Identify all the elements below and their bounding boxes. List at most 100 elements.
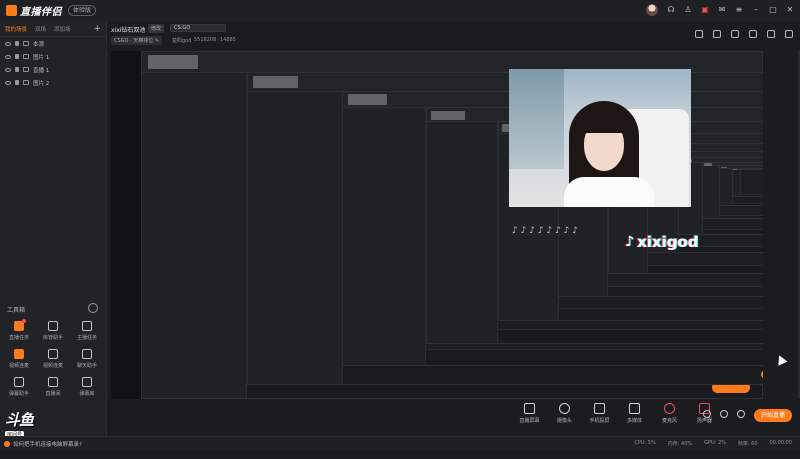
nested-btm (702, 229, 763, 234)
window-background (509, 69, 564, 169)
control-label: 手机投屏 (589, 418, 610, 424)
nested-side (720, 168, 733, 206)
lock-icon[interactable] (15, 80, 19, 85)
tool-live-room[interactable]: 直播间 (36, 377, 70, 397)
start-live-button[interactable]: 开始直播 (754, 409, 792, 422)
nested-nlogo (430, 110, 465, 120)
lock-icon[interactable] (15, 67, 19, 72)
media-button[interactable]: 多媒体 (621, 403, 648, 424)
edit-title-button[interactable]: 修改 (148, 24, 165, 33)
nested-btm (648, 265, 763, 273)
source-label: 本源 (33, 41, 45, 48)
tiktok-watermark: ♪ xixigod (625, 233, 698, 251)
people-icon[interactable] (785, 30, 793, 38)
person-bangs (579, 111, 631, 133)
control-label: 多媒体 (626, 418, 642, 424)
headset-icon[interactable]: ☊ (667, 6, 675, 14)
lock-icon[interactable] (713, 30, 721, 38)
danmu-icon (14, 377, 24, 387)
app-logo: 直播伴侣 (6, 3, 62, 18)
source-item[interactable]: 本源 (0, 37, 106, 50)
main-area: xixi钻石双池 修改 CS:GO CSGO · 天梯排位 ✎ 楚阳god 55… (108, 21, 800, 441)
nested-nlogo (703, 163, 712, 166)
tip-link[interactable]: 如何把手机连接电脑屏幕录? (13, 440, 82, 448)
edit-icon[interactable] (731, 30, 739, 38)
maximize-icon[interactable]: □ (769, 6, 777, 14)
microphone-icon (664, 403, 675, 414)
quick-actions (703, 410, 745, 418)
share-icon[interactable] (695, 30, 703, 38)
version-badge[interactable]: 体验版 (68, 5, 97, 16)
gpu-stat: GPU: 2% (704, 440, 726, 446)
microphone-button[interactable]: 麦克风 (656, 403, 683, 424)
tool-label: 直播任务 (8, 335, 29, 341)
tool-danmu-lib[interactable]: 弹幕库 (70, 377, 104, 397)
live-timer: 00:00:00 (769, 440, 792, 446)
source-item[interactable]: 图片 2 (0, 76, 106, 89)
add-scene-icon[interactable]: + (93, 24, 101, 34)
source-item[interactable]: 图片 1 (0, 50, 106, 63)
settings-icon[interactable] (737, 410, 745, 418)
mail-icon[interactable]: ✉ (718, 6, 726, 14)
status-bar: 如何把手机连接电脑屏幕录? CPU: 5% 内存: 40% GPU: 2% 帧率… (0, 436, 800, 450)
tool-anchor-task[interactable]: 主播任务 (70, 321, 104, 341)
nested-btm (426, 348, 763, 366)
eye-icon[interactable] (5, 41, 11, 46)
window-controls: ☊ ♙ ▣ ✉ ≡ – □ ✕ (646, 4, 794, 16)
tiktok-handle: xixigod (636, 233, 699, 251)
shirt-icon[interactable]: ♙ (684, 6, 692, 14)
nested-side (247, 91, 343, 385)
nested-preview-frame (731, 167, 763, 197)
tab-dual[interactable]: 双场 (35, 25, 46, 33)
tool-video-link-2[interactable]: 视频连麦 (36, 349, 70, 369)
tab-my-scene[interactable]: 我的场景 (5, 25, 27, 33)
user-icon (48, 321, 58, 331)
scene-panel: 我的场景 双场 添加场 + 本源 图片 1 直播 1 图片 2 工具箱 直播任务… (0, 21, 107, 447)
logo-icon (6, 5, 17, 16)
eye-icon[interactable] (720, 410, 728, 418)
webcam-feed[interactable] (509, 69, 691, 207)
source-type-icon (23, 41, 29, 46)
source-label: 图片 1 (33, 54, 50, 61)
monitor-icon (524, 403, 535, 414)
tool-label: 弹幕助手 (8, 391, 29, 397)
record-icon[interactable] (703, 410, 711, 418)
task-icon (14, 319, 26, 331)
lock-icon[interactable] (15, 54, 19, 59)
avatar[interactable] (646, 4, 658, 16)
gift-icon[interactable] (749, 30, 757, 38)
close-icon[interactable]: ✕ (786, 6, 794, 14)
douyu-room-overlay: 斗鱼 房间号 5516208 (5, 409, 55, 459)
source-item[interactable]: 直播 1 (0, 63, 106, 76)
game-select[interactable]: CS:GO (170, 24, 226, 32)
owner-name: 楚阳god (172, 38, 192, 44)
tool-live-task[interactable]: 直播任务 (2, 319, 36, 341)
tv-icon (48, 377, 58, 387)
camera-button[interactable]: 摄像头 (551, 403, 578, 424)
gift-icon[interactable]: ▣ (701, 6, 709, 14)
eye-icon[interactable] (5, 54, 11, 59)
menu-icon[interactable]: ≡ (735, 6, 743, 14)
tool-chat-helper[interactable]: 聊天助手 (70, 349, 104, 369)
tool-video-link[interactable]: 视频连麦 (2, 349, 36, 369)
eye-icon[interactable] (5, 80, 11, 85)
tool-danmu-helper[interactable]: 弹幕助手 (2, 377, 36, 397)
nested-btm (558, 307, 763, 320)
tool-label: 视频连麦 (42, 363, 63, 369)
gear-icon[interactable] (88, 303, 98, 313)
minimize-icon[interactable]: – (752, 6, 760, 14)
screen-capture-button[interactable]: 直播屏幕 (516, 403, 543, 424)
tool-room-admin[interactable]: 房管助手 (36, 321, 70, 341)
eye-icon[interactable] (5, 67, 11, 72)
settings-icon[interactable] (767, 30, 775, 38)
scene-tabs: 我的场景 双场 添加场 + (0, 21, 106, 37)
title-bar: 直播伴侣 体验版 ☊ ♙ ▣ ✉ ≡ – □ ✕ (0, 0, 800, 21)
nested-btm (732, 203, 763, 206)
nested-btm (342, 365, 763, 385)
lock-icon[interactable] (15, 41, 19, 46)
nested-side (142, 72, 248, 398)
phone-cast-button[interactable]: 手机投屏 (586, 403, 613, 424)
category-tag[interactable]: CSGO · 天梯排位 ✎ (111, 36, 163, 45)
tab-add[interactable]: 添加场 (54, 25, 71, 33)
room-number-text: 5516208 (194, 37, 217, 43)
